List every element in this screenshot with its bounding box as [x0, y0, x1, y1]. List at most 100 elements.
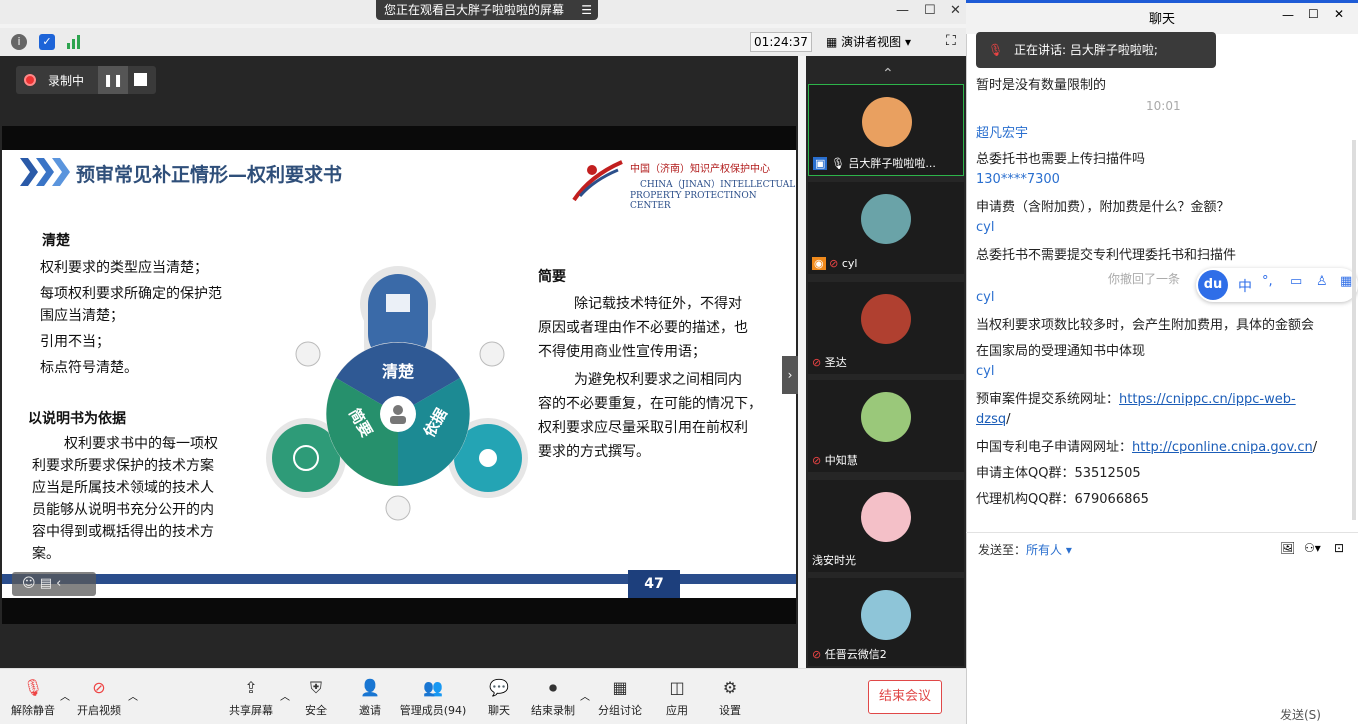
close-icon[interactable]: ✕ [1334, 7, 1344, 21]
view-mode-dropdown[interactable]: ▦ 演讲者视图 ▾ [826, 32, 934, 52]
video-label: 开启视频 [77, 704, 121, 717]
banner-text: 您正在观看吕大胖子啦啦啦的屏幕 [384, 3, 565, 17]
send-to-value[interactable]: 所有人 [1026, 543, 1062, 557]
share-screen-button[interactable]: ⇪ 共享屏幕 [226, 678, 276, 718]
scroll-up-icon[interactable]: ⌃ [882, 66, 894, 82]
chevron-down-icon: ▾ [901, 35, 912, 49]
chat-message: 预审案件提交系统网址：https://cnippc.cn/ippc-web- [976, 392, 1296, 407]
participant-tile[interactable]: 浅安时光 [808, 480, 964, 572]
participant-name: 任晋云微信2 [824, 648, 887, 661]
end-meeting-button[interactable]: 结束会议 [868, 680, 942, 714]
minimize-icon[interactable]: — [1282, 8, 1294, 22]
clear-heading: 清楚 [42, 233, 70, 249]
emoji-icon[interactable]: ☺ [22, 576, 36, 591]
maximize-icon[interactable]: ☐ [1308, 7, 1319, 21]
invite-button[interactable]: 👤 邀请 [354, 678, 386, 718]
mic-icon: 🎙 [988, 43, 1004, 57]
breakout-button[interactable]: ▦ 分组讨论 [596, 678, 644, 718]
ime-toolbar[interactable]: du 中 °, ▭ ♙ ▦ [1196, 268, 1358, 302]
chevron-up-icon[interactable]: ︿ [280, 688, 290, 703]
divider [966, 532, 1358, 533]
link-ippc-cont[interactable]: dzsq [976, 412, 1006, 427]
basis-line: 容中得到或概括得出的技术方 [32, 524, 214, 540]
chevron-up-icon[interactable]: ︿ [128, 688, 138, 703]
meeting-toolbar [0, 28, 966, 56]
more-icon[interactable]: ⊡ [1334, 541, 1344, 555]
start-video-button[interactable]: ⊘ 开启视频 [74, 678, 124, 718]
pause-recording-button[interactable]: ❚❚ [98, 66, 128, 94]
fullscreen-icon[interactable]: ⛶ [946, 33, 956, 49]
concise-line: 为避免权利要求之间相同内 [574, 372, 742, 388]
basis-heading: 以说明书为依据 [28, 411, 126, 427]
org-name-en-1: CHINA（JINAN）INTELLECTUAL [640, 180, 796, 190]
punctuation-icon[interactable]: °, [1262, 274, 1273, 289]
security-button[interactable]: ⛨ 安全 [300, 678, 332, 718]
shield-icon[interactable]: ✓ [39, 34, 55, 50]
mic-icon: 🎙 [830, 157, 845, 170]
concise-line: 要求的方式撰写。 [538, 444, 650, 460]
info-icon[interactable]: i [11, 34, 27, 50]
concise-line: 不得使用商业性宣传用语； [538, 344, 706, 360]
members-label: 管理成员(94) [399, 704, 467, 717]
ime-mode[interactable]: 中 [1238, 276, 1252, 296]
chat-message: 当权利要求项数比较多时，会产生附加费用，具体的金额会 [976, 318, 1315, 333]
menu-icon[interactable]: ☰ [581, 0, 592, 20]
chat-sender: cyl [976, 220, 995, 235]
shield-icon: ⛨ [309, 678, 322, 697]
participant-name: cyl [841, 257, 858, 270]
people-icon[interactable]: ⚇▾ [1304, 541, 1321, 555]
chevron-up-icon[interactable]: ︿ [60, 688, 70, 703]
minimize-icon[interactable]: — [896, 3, 909, 18]
user-icon[interactable]: ♙ [1316, 274, 1328, 289]
speaking-indicator: 🎙 正在讲话: 吕大胖子啦啦啦; [976, 32, 1216, 68]
send-to-selector[interactable]: 发送至：所有人 ▾ [978, 541, 1072, 558]
grid-icon[interactable]: ▦ [1340, 274, 1352, 289]
participant-tile[interactable]: ⊘ 圣达 [808, 282, 964, 374]
keyboard-icon[interactable]: ▤ [40, 576, 52, 591]
mic-muted-icon: ⊘ [829, 257, 839, 270]
image-icon[interactable]: 🖼 [1280, 541, 1295, 555]
stop-recording-button[interactable] [134, 73, 147, 86]
chat-title: 聊天 [966, 0, 1358, 34]
expand-panel-button[interactable]: › [782, 356, 798, 394]
send-button[interactable]: 发送(S) [1280, 706, 1321, 723]
skin-icon[interactable]: ▭ [1290, 274, 1302, 289]
settings-button[interactable]: ⚙ 设置 [714, 678, 746, 718]
participant-tile[interactable]: ◉ ⊘ cyl [808, 182, 964, 274]
mic-muted-icon: ⊘ [812, 454, 822, 467]
participant-tile[interactable]: ⊘ 任晋云微信2 [808, 578, 964, 666]
link-ippc[interactable]: https://cnippc.cn/ippc-web- [1119, 392, 1296, 407]
chat-message: 申请费（含附加费），附加费是什么？金额？ [976, 200, 1230, 215]
members-icon: 👥 [423, 678, 443, 697]
chat-input[interactable] [970, 560, 1354, 700]
collapse-icon[interactable]: ‹ [56, 576, 61, 591]
chevron-up-icon[interactable]: ︿ [580, 688, 590, 703]
send-to-label: 发送至： [978, 543, 1027, 557]
breakout-label: 分组讨论 [598, 704, 642, 717]
chat-sender: cyl [976, 290, 995, 305]
manage-members-button[interactable]: 👥 管理成员(94) [398, 678, 468, 718]
grid-icon: ▦ [826, 35, 842, 49]
maximize-icon[interactable]: ☐ [924, 3, 936, 18]
chat-message: 总委托书不需要提交专利代理委托书和扫描件 [976, 248, 1237, 263]
signal-icon[interactable] [66, 34, 82, 50]
video-off-icon: ⊘ [92, 678, 106, 697]
annotation-toolbar[interactable]: ☺ ▤ ‹ [12, 572, 96, 596]
chat-button[interactable]: 💬 聊天 [484, 678, 514, 718]
chat-timestamp: 10:01 [1146, 99, 1181, 113]
chat-scrollbar[interactable] [1352, 140, 1356, 520]
chevron-down-icon: ▾ [1062, 543, 1072, 557]
close-icon[interactable]: ✕ [950, 3, 961, 18]
apps-button[interactable]: ◫ 应用 [662, 678, 692, 718]
participant-name: 圣达 [824, 356, 847, 369]
slide-title: 预审常见补正情形—权利要求书 [76, 164, 343, 186]
end-recording-button[interactable]: ⏺ 结束录制 [528, 678, 578, 718]
avatar [862, 97, 912, 147]
clear-item: 标点符号清楚。 [40, 360, 138, 376]
participant-tile[interactable]: ▣ 🎙 吕大胖子啦啦啦... [808, 84, 964, 176]
chat-sender: 130****7300 [976, 172, 1060, 187]
unmute-button[interactable]: 🎙 解除静音 [10, 678, 56, 718]
link-cponline[interactable]: http://cponline.cnipa.gov.cn [1132, 440, 1313, 455]
participant-tile[interactable]: ⊘ 中知慧 [808, 380, 964, 472]
mic-muted-icon: ⊘ [812, 648, 822, 661]
